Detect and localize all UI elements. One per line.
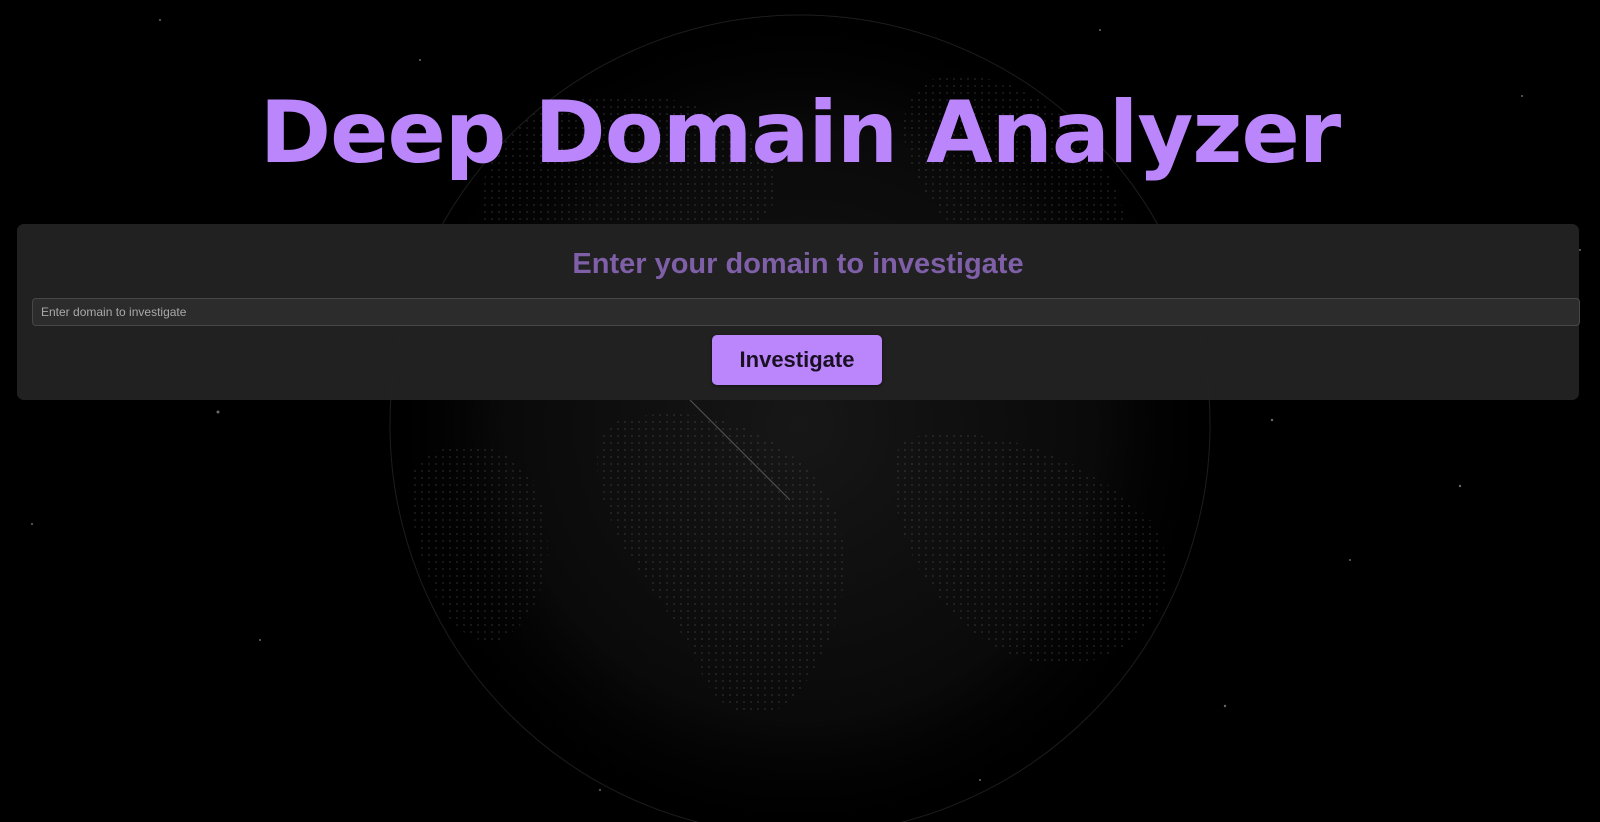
page-title: Deep Domain Analyzer xyxy=(259,83,1341,183)
domain-input[interactable] xyxy=(32,298,1580,326)
search-panel: Enter your domain to investigate Investi… xyxy=(17,224,1580,400)
search-heading: Enter your domain to investigate xyxy=(572,248,1024,280)
investigate-button[interactable]: Investigate xyxy=(712,335,882,385)
